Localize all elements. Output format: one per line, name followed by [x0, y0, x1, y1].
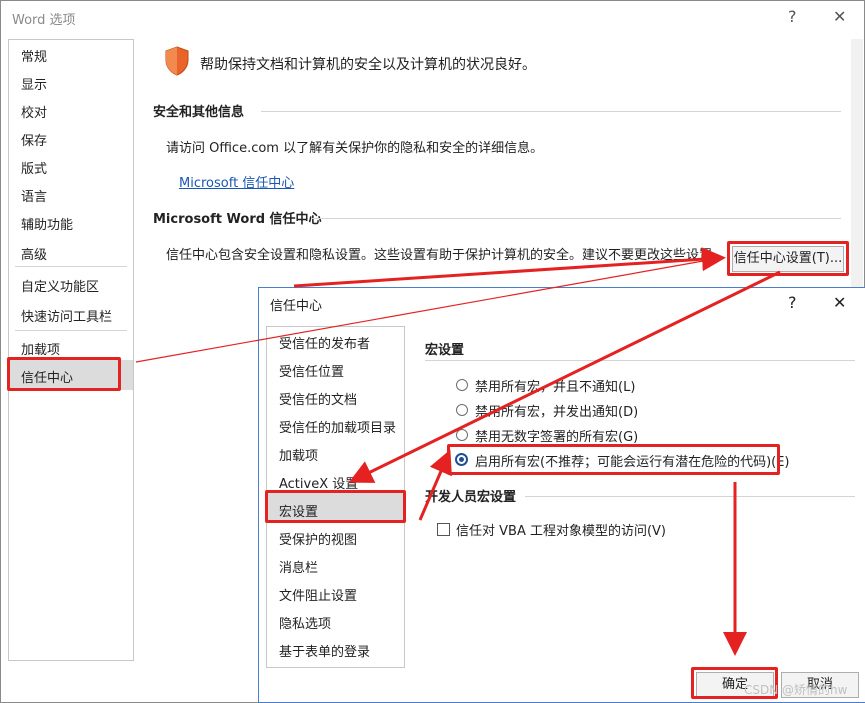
- annotation-arrows: [135, 247, 781, 656]
- arrow-to-trust-button: [293, 247, 726, 288]
- watermark: CSDN @矫情的hw: [744, 683, 848, 697]
- arrow-to-enable-all: [418, 449, 452, 521]
- arrow-to-macro-nav: [348, 270, 781, 483]
- arrow-nav-to-button: [135, 257, 721, 363]
